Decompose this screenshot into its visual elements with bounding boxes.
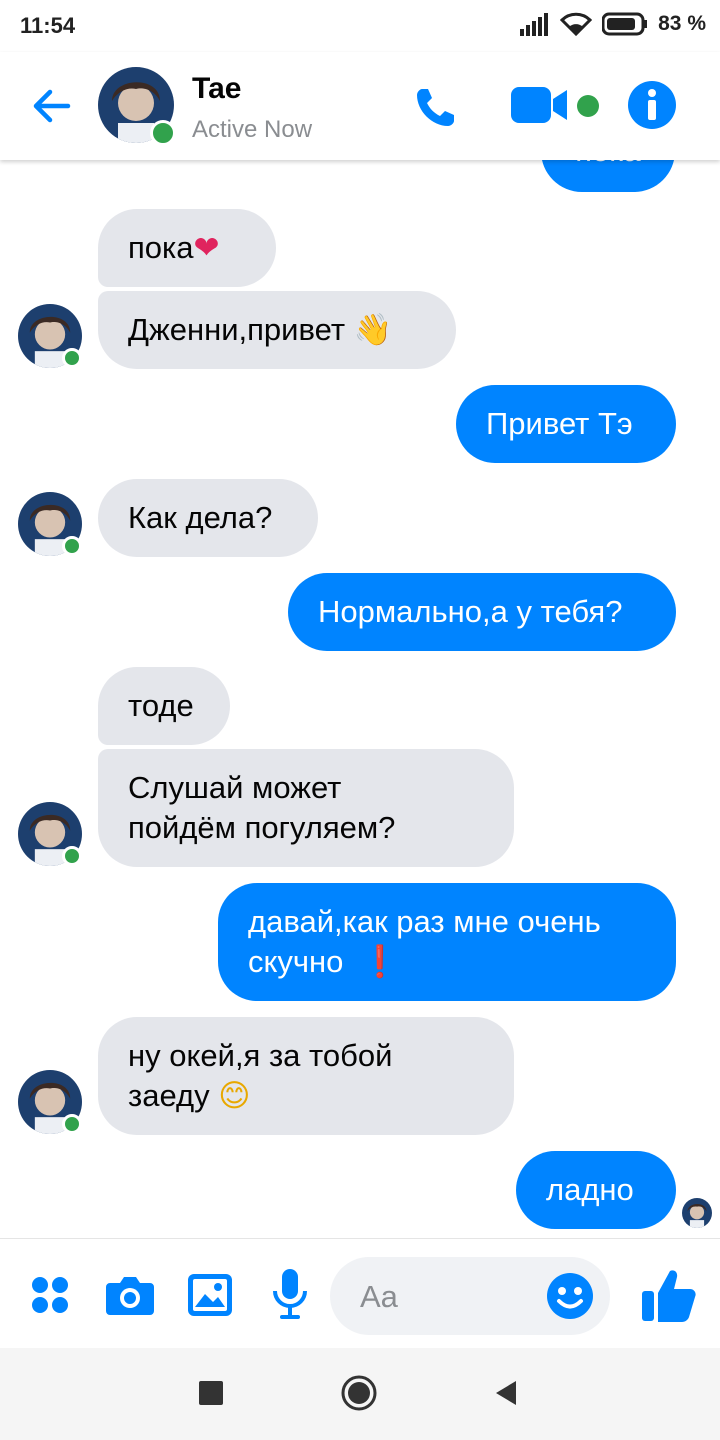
microphone-icon[interactable] (272, 1269, 308, 1321)
message-text: Привет Тэ (486, 406, 633, 441)
status-bar: 11:54 83 % (0, 0, 720, 52)
video-online-dot (577, 95, 599, 117)
thumbs-up-icon[interactable] (642, 1267, 696, 1323)
message-text: тоде (128, 688, 194, 723)
online-indicator (62, 1114, 82, 1134)
message-incoming[interactable]: Слушай может пойдём погуляем? (98, 749, 514, 867)
system-nav-bar (0, 1348, 720, 1440)
gallery-icon[interactable] (188, 1274, 232, 1316)
message-line: скучно (248, 944, 344, 979)
video-camera-icon[interactable] (511, 85, 571, 125)
message-line: ну окей,я за тобой (128, 1038, 393, 1073)
message-line: пойдём погуляем? (128, 810, 396, 845)
message-text: пока (128, 230, 194, 265)
conversation-header: Tae Active Now (0, 52, 720, 160)
heart-emoji: ❤ (193, 230, 220, 266)
online-indicator (62, 846, 82, 866)
info-icon[interactable] (627, 80, 677, 130)
wifi-icon (560, 12, 593, 36)
message-incoming[interactable]: пока❤ (98, 209, 276, 287)
status-time: 11:54 (20, 13, 76, 38)
exclamation-emoji: ❗ (360, 944, 400, 980)
message-text: Как дела? (128, 500, 273, 535)
apps-grid-icon[interactable] (30, 1275, 70, 1315)
online-indicator (62, 536, 82, 556)
message-line: заеду (128, 1078, 210, 1113)
message-outgoing[interactable]: ладно (516, 1151, 676, 1229)
online-indicator (150, 120, 176, 146)
smiling-emoji: 😊 (218, 1078, 251, 1114)
waving-hand-emoji: 👋 (353, 312, 393, 348)
camera-icon[interactable] (106, 1275, 154, 1315)
message-input-placeholder: Aa (360, 1279, 398, 1314)
message-text: ладно (546, 1172, 634, 1207)
nav-square-icon[interactable] (199, 1381, 223, 1405)
message-incoming[interactable]: Как дела? (98, 479, 318, 557)
message-list[interactable]: пока пока❤ Дженни,привет 👋 Привет Тэ Как… (0, 160, 720, 1238)
message-line: давай,как раз мне очень (248, 904, 601, 939)
nav-back-icon[interactable] (494, 1379, 518, 1407)
battery-percent: 83 % (658, 12, 706, 35)
message-composer: Aa (0, 1238, 720, 1349)
battery-icon (602, 12, 648, 36)
message-outgoing[interactable]: Привет Тэ (456, 385, 676, 463)
message-text: Дженни,привет (128, 312, 346, 347)
message-incoming[interactable]: тоде (98, 667, 230, 745)
message-outgoing[interactable]: давай,как раз мне очень скучно ❗ (218, 883, 676, 1001)
message-text: Нормально,а у тебя? (318, 594, 623, 629)
message-outgoing[interactable]: пока (541, 160, 675, 192)
contact-name[interactable]: Tae (192, 72, 241, 106)
back-arrow-icon[interactable] (28, 82, 76, 130)
online-indicator (62, 348, 82, 368)
message-line: Слушай может (128, 770, 342, 805)
signal-icon (520, 13, 549, 36)
message-input[interactable]: Aa (330, 1257, 610, 1335)
message-incoming[interactable]: ну окей,я за тобой заеду 😊 (98, 1017, 514, 1135)
status-icons: 83 % (520, 12, 706, 36)
message-outgoing[interactable]: Нормально,а у тебя? (288, 573, 676, 651)
phone-icon[interactable] (414, 85, 458, 129)
contact-status: Active Now (192, 116, 313, 143)
smiley-icon[interactable] (546, 1272, 594, 1320)
nav-circle-icon[interactable] (341, 1375, 377, 1411)
message-incoming[interactable]: Дженни,привет 👋 (98, 291, 456, 369)
seen-receipt-avatar (682, 1198, 712, 1228)
